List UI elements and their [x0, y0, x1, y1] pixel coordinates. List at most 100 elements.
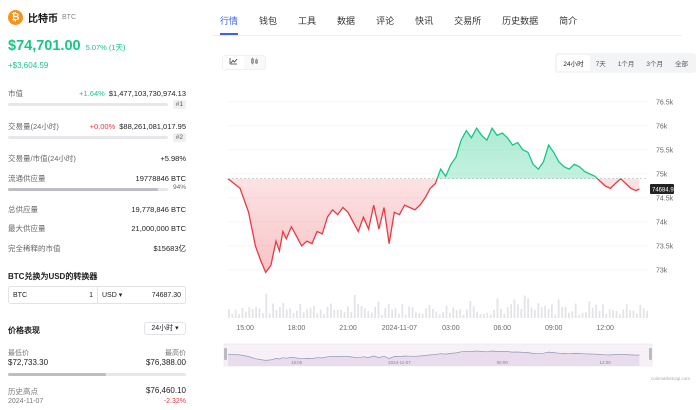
- y-tick-label: 76.5k: [656, 99, 674, 106]
- x-tick-label: 21:00: [339, 325, 357, 332]
- volume-bar: [632, 310, 635, 318]
- low-high-labels: 最低价 最高价: [8, 348, 186, 358]
- volume-bar: [486, 312, 489, 318]
- volume-bar: [449, 313, 451, 318]
- ath-row: 历史高点 $76,460.10: [8, 386, 186, 397]
- volume-bar: [568, 312, 570, 318]
- volume-bar: [483, 314, 485, 318]
- volume-bar: [506, 307, 509, 318]
- circulating-supply-row: 流通供应量 19778846 BTC: [8, 173, 186, 184]
- navigator-handle-left: [224, 348, 227, 360]
- volume-bar: [476, 311, 478, 318]
- volume-rank-badge: #2: [172, 133, 186, 142]
- volume-change: +0.00%: [89, 122, 116, 131]
- volume-bar: [493, 309, 495, 318]
- volume-bar: [404, 314, 407, 318]
- volume-bar: [489, 314, 492, 318]
- converter-from-amount[interactable]: 1: [89, 292, 93, 299]
- volume-bar: [292, 313, 295, 318]
- price-row: $74,701.00 5.07% (1天): [8, 38, 126, 54]
- volume-bar: [425, 308, 427, 318]
- circulating-supply-label: 流通供应量: [8, 174, 46, 183]
- volume-bar: [612, 310, 614, 318]
- volume-bar: [534, 309, 536, 318]
- volume-bar: [629, 310, 631, 318]
- volume-bar: [537, 303, 540, 318]
- volume-bar: [8, 136, 168, 139]
- volume-bar: [384, 307, 387, 318]
- volume-bar: [408, 306, 410, 318]
- volume-bar: [642, 308, 645, 318]
- vol-mcap-value: +5.98%: [160, 154, 186, 163]
- volume-bar: [455, 310, 458, 318]
- x-tick-label: 03:00: [442, 325, 460, 332]
- x-tick-label: 2024-11-07: [382, 325, 417, 332]
- volume-bar: [540, 307, 543, 318]
- coin-name: 比特币: [28, 14, 58, 25]
- volume-bar: [527, 298, 529, 318]
- price-chart[interactable]: 76.5k 76k 75.5k 75k 74.5k 74k 73.5k 73k 74684.9…: [212, 0, 700, 410]
- volume-bar: [330, 303, 332, 318]
- volume-bar: [557, 299, 560, 318]
- high-value: $76,388.00: [145, 358, 186, 367]
- volume-bar: [591, 307, 594, 318]
- volume-bar: [513, 299, 516, 318]
- navigator-tick-label: 06:00: [497, 360, 509, 365]
- market-cap-row: 市值 +1.64% $1,477,103,730,974.13: [8, 88, 186, 99]
- volume-bar: [398, 313, 400, 318]
- volume-bar: [357, 303, 359, 318]
- volume-bar: [517, 304, 519, 318]
- volume-bar: [245, 311, 247, 318]
- navigator-tick-label: 12:00: [600, 360, 612, 365]
- performance-period-select[interactable]: 24小时 ▾: [144, 322, 186, 335]
- currency-converter: BTC 1 USD ▾ 74687.30: [8, 286, 186, 304]
- market-cap-label: 市值: [8, 89, 23, 98]
- ath-change: -2.32%: [163, 398, 186, 405]
- volume-bar: [299, 304, 302, 318]
- converter-to-currency-select[interactable]: USD ▾: [102, 291, 122, 299]
- volume-bar: [442, 312, 444, 318]
- y-tick-label: 73.5k: [656, 243, 674, 250]
- volume-bar: [466, 309, 468, 318]
- volume-bar: [595, 305, 597, 318]
- low-high-values: $72,733.30 $76,388.00: [8, 358, 186, 367]
- current-price: $74,701.00: [8, 38, 81, 54]
- volume-bar: [279, 306, 281, 318]
- x-tick-label: 12:00: [596, 325, 614, 332]
- volume-bar: [523, 295, 526, 318]
- volume-bar: [251, 309, 254, 318]
- coin-header: ₿ 比特币 BTC: [8, 10, 76, 25]
- volume-bar: [377, 301, 380, 318]
- coin-symbol: BTC: [62, 14, 76, 21]
- volume-bar: [462, 314, 465, 318]
- volume-bar: [608, 309, 611, 318]
- max-supply-value: 21,000,000 BTC: [131, 224, 186, 233]
- converter-to-input[interactable]: USD ▾ 74687.30: [98, 287, 185, 303]
- volume-bar: [296, 310, 298, 318]
- volume-bar: [387, 303, 390, 318]
- volume-bar: [319, 309, 322, 318]
- volume-bar: [551, 304, 553, 318]
- volume-label: 交易量(24小时): [8, 122, 59, 131]
- volume-bar: [238, 314, 240, 318]
- volume-bar: [578, 314, 580, 318]
- volume-bar: [479, 314, 482, 318]
- volume-bar: [503, 313, 506, 318]
- ath-date: 2024-11-07: [8, 398, 44, 405]
- total-supply-row: 总供应量 19,778,846 BTC: [8, 204, 186, 215]
- ath-value: $76,460.10: [145, 386, 186, 395]
- volume-bar: [323, 314, 325, 318]
- low-label: 最低价: [8, 350, 29, 357]
- volume-bar: [510, 304, 512, 318]
- volume-bar: [428, 304, 431, 318]
- y-tick-label: 75k: [656, 171, 668, 178]
- volume-bar: [391, 309, 393, 318]
- volume-bar: [520, 309, 523, 318]
- navigator-handle-right: [649, 348, 652, 360]
- volume-bar: [438, 314, 441, 318]
- market-cap-rank-badge: #1: [172, 100, 186, 109]
- volume-bar: [374, 306, 376, 318]
- converter-from-input[interactable]: BTC 1: [9, 287, 98, 303]
- max-supply-row: 最大供应量 21,000,000 BTC: [8, 223, 186, 234]
- volume-bar: [241, 307, 244, 318]
